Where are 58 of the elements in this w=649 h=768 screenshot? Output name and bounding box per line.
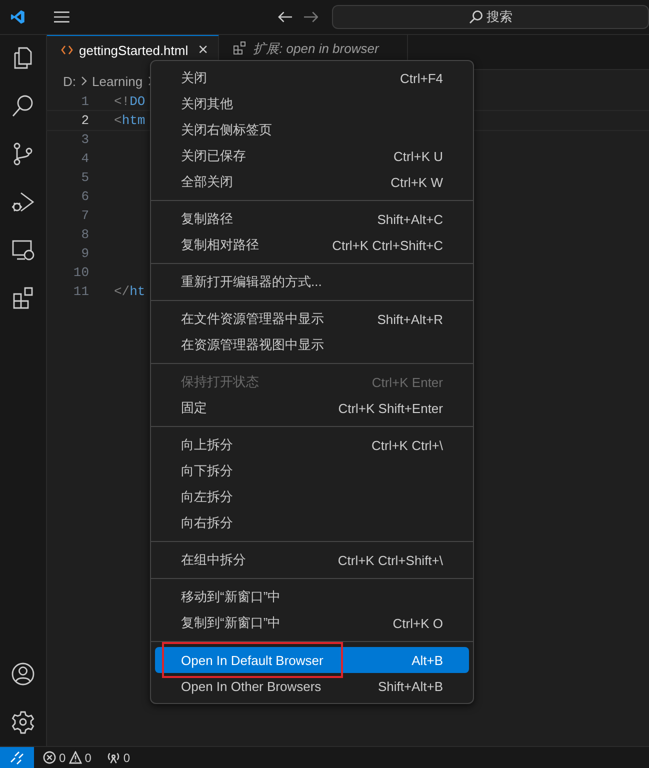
- breadcrumb-item[interactable]: D:: [63, 74, 76, 88]
- search-icon[interactable]: [11, 94, 35, 118]
- menu-item[interactable]: 复制相对路径 Ctrl+K Ctrl+Shift+C: [155, 232, 469, 258]
- extensions-icon: [233, 40, 248, 54]
- remote-icon: [10, 750, 24, 764]
- warning-icon: [68, 751, 82, 764]
- line-number: 8: [80, 226, 89, 244]
- source-control-icon[interactable]: [11, 142, 35, 166]
- menu-item[interactable]: 在资源管理器视图中显示: [155, 332, 469, 358]
- menu-item[interactable]: 关闭其他: [155, 91, 469, 117]
- breadcrumb-item[interactable]: Learning: [92, 74, 143, 88]
- line-number: 7: [80, 207, 89, 225]
- search-field[interactable]: 搜索: [332, 5, 649, 29]
- ports-button[interactable]: 0: [107, 750, 130, 764]
- back-arrow-icon[interactable]: [278, 11, 292, 23]
- menu-item[interactable]: 向上拆分 Ctrl+K Ctrl+\: [155, 432, 469, 458]
- line-number: 11: [72, 283, 89, 301]
- menu-item[interactable]: 固定 Ctrl+K Shift+Enter: [155, 395, 469, 421]
- line-number: 9: [80, 245, 89, 263]
- forward-arrow-icon[interactable]: [304, 11, 318, 23]
- line-number: 2: [80, 112, 89, 130]
- line-number: 4: [80, 150, 89, 168]
- code-text: </ht: [114, 283, 146, 301]
- line-number: 1: [80, 93, 89, 111]
- menu-item[interactable]: 向右拆分: [155, 510, 469, 536]
- menu-item[interactable]: 在组中拆分 Ctrl+K Ctrl+Shift+\: [155, 547, 469, 573]
- menu-item[interactable]: 向左拆分: [155, 484, 469, 510]
- menu-item[interactable]: 复制到“新窗口”中 Ctrl+K O: [155, 610, 469, 636]
- menu-icon[interactable]: [54, 11, 70, 23]
- line-number: 6: [80, 188, 89, 206]
- menu-item[interactable]: 全部关闭 Ctrl+K W: [155, 169, 469, 195]
- app-logo-icon: [10, 9, 26, 25]
- menu-item[interactable]: Open In Default Browser Alt+B: [155, 647, 469, 673]
- menu-item[interactable]: Open In Other Browsers Shift+Alt+B: [155, 673, 469, 699]
- menu-item[interactable]: 向下拆分: [155, 458, 469, 484]
- line-number: 10: [72, 264, 89, 282]
- menu-item[interactable]: 移动到“新窗口”中: [155, 584, 469, 610]
- extensions-icon[interactable]: [11, 286, 35, 310]
- line-number: 5: [80, 169, 89, 187]
- close-icon[interactable]: ×: [198, 40, 208, 60]
- search-icon: [468, 10, 483, 24]
- line-number: 3: [80, 131, 89, 149]
- error-icon: [43, 751, 56, 764]
- run-debug-icon[interactable]: [11, 190, 35, 214]
- menu-item[interactable]: 关闭已保存 Ctrl+K U: [155, 143, 469, 169]
- code-text: <!DO: [114, 93, 146, 111]
- antenna-icon: [107, 751, 120, 764]
- settings-icon[interactable]: [11, 710, 35, 734]
- remote-explorer-icon[interactable]: [11, 238, 35, 262]
- remote-button[interactable]: [0, 746, 34, 768]
- menu-item[interactable]: 在文件资源管理器中显示 Shift+Alt+R: [155, 306, 469, 332]
- code-file-icon: [61, 44, 73, 54]
- menu-item[interactable]: 复制路径 Shift+Alt+C: [155, 206, 469, 232]
- menu-item[interactable]: 关闭右侧标签页: [155, 117, 469, 143]
- problems-button[interactable]: 0 0: [43, 750, 92, 764]
- code-text: <htm: [114, 112, 146, 130]
- account-icon[interactable]: [11, 662, 35, 686]
- menu-item[interactable]: 重新打开编辑器的方式...: [155, 269, 469, 295]
